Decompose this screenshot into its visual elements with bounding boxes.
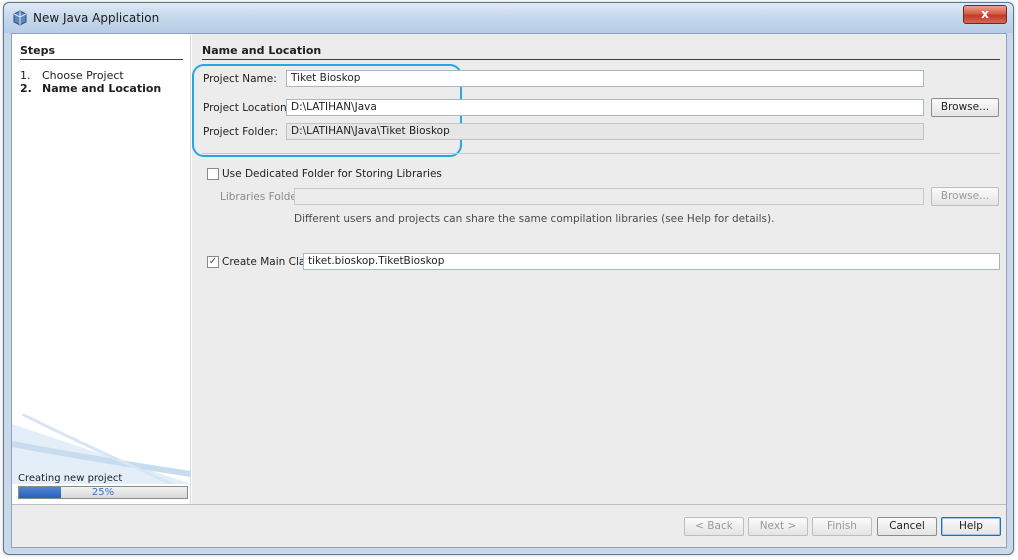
- project-name-input[interactable]: Tiket Bioskop: [286, 70, 924, 87]
- checkmark-icon: ✓: [208, 256, 218, 267]
- dedicated-folder-label: Use Dedicated Folder for Storing Librari…: [222, 168, 442, 180]
- finish-button[interactable]: Finish: [812, 517, 872, 536]
- window-title: New Java Application: [33, 11, 160, 25]
- project-location-label: Project Location:: [203, 102, 291, 114]
- close-icon: x: [981, 7, 989, 21]
- dialog-window: New Java Application x Steps 1. Choose Pr…: [3, 2, 1014, 555]
- cancel-button[interactable]: Cancel: [877, 517, 937, 536]
- project-folder-field[interactable]: D:\LATIHAN\Java\Tiket Bioskop: [286, 123, 924, 140]
- steps-panel: Steps 1. Choose Project 2. Name and Locati…: [12, 34, 191, 504]
- libraries-hint: Different users and projects can share t…: [294, 213, 775, 225]
- project-location-input[interactable]: D:\LATIHAN\Java: [286, 99, 924, 116]
- status-label: Creating new project: [18, 473, 123, 484]
- project-folder-label: Project Folder:: [203, 126, 279, 138]
- dedicated-folder-checkbox[interactable]: [207, 168, 219, 180]
- next-button[interactable]: Next >: [748, 517, 808, 536]
- browse-libraries-button[interactable]: Browse...: [931, 187, 999, 206]
- main-class-input[interactable]: tiket.bioskop.TiketBioskop: [303, 253, 1000, 270]
- dialog-client-area: Steps 1. Choose Project 2. Name and Locati…: [11, 33, 1007, 548]
- java-cup-icon: [13, 10, 27, 26]
- help-button[interactable]: Help: [941, 517, 1001, 536]
- libraries-folder-input[interactable]: [294, 188, 924, 205]
- project-name-label: Project Name:: [203, 73, 277, 85]
- libraries-folder-label: Libraries Folder:: [220, 191, 305, 203]
- progress-text: 25%: [91, 487, 115, 498]
- back-button[interactable]: < Back: [684, 517, 744, 536]
- close-button[interactable]: x: [963, 5, 1007, 24]
- section-title: Name and Location: [202, 44, 1000, 60]
- name-location-panel: Name and Location Project Name: Tiket Bi…: [192, 34, 1006, 504]
- step-item-name-location: 2. Name and Location: [20, 82, 162, 95]
- browse-location-button[interactable]: Browse...: [931, 98, 999, 117]
- title-bar[interactable]: New Java Application x: [4, 3, 1013, 33]
- steps-title: Steps: [20, 44, 183, 60]
- progress-bar: 25%: [18, 486, 188, 499]
- step-item-choose-project: 1. Choose Project: [20, 69, 124, 82]
- separator: [202, 153, 1000, 154]
- create-main-class-checkbox[interactable]: ✓: [207, 256, 219, 268]
- dialog-footer: < Back Next > Finish Cancel Help: [12, 504, 1006, 547]
